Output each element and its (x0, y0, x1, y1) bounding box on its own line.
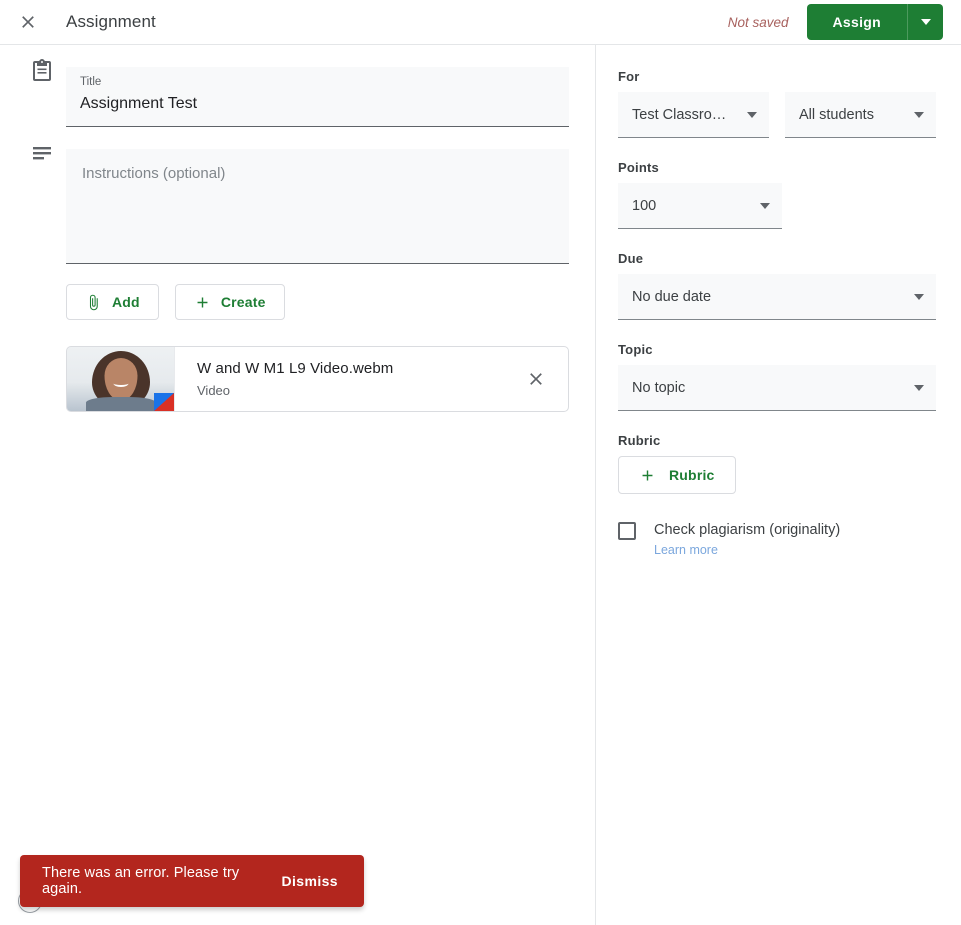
remove-attachment-button[interactable] (514, 357, 558, 401)
points-select[interactable]: 100 (618, 183, 782, 229)
rubric-label: Rubric (618, 433, 661, 448)
students-select[interactable]: All students (785, 92, 936, 138)
create-attachment-button[interactable]: Create (174, 284, 285, 320)
plagiarism-texts: Check plagiarism (originality) Learn mor… (636, 520, 840, 560)
video-format-badge-icon (154, 393, 174, 411)
attachment-type: Video (197, 383, 231, 398)
assignment-form: Title Assignment Test Instructions (opti… (0, 45, 596, 925)
app-header: Assignment Not saved Assign (0, 0, 961, 45)
assign-options-button[interactable] (907, 4, 943, 40)
instructions-field-col: Instructions (optional) (66, 127, 595, 264)
assign-button[interactable]: Assign (806, 4, 907, 40)
due-date-value: No due date (632, 288, 712, 305)
attachment-actions: Add Create (0, 284, 595, 320)
chevron-down-icon (914, 111, 924, 118)
title-label: Title (80, 76, 102, 88)
title-value: Assignment Test (80, 95, 198, 112)
title-input[interactable]: Title Assignment Test (66, 67, 569, 127)
save-status: Not saved (727, 14, 789, 30)
instructions-placeholder: Instructions (optional) (82, 165, 226, 182)
error-snackbar: There was an error. Please try again. Di… (20, 855, 364, 907)
thumbnail-shoulders (85, 397, 156, 411)
chevron-down-icon (914, 293, 924, 300)
plagiarism-row: Check plagiarism (originality) Learn mor… (618, 520, 936, 560)
instructions-input[interactable]: Instructions (optional) (66, 149, 569, 264)
chevron-down-icon (747, 111, 757, 118)
video-thumbnail (67, 347, 175, 411)
plus-icon (197, 297, 208, 307)
for-row: Test Classro… All students (618, 92, 936, 138)
topic-select[interactable]: No topic (618, 365, 936, 411)
assign-button-group: Assign (806, 4, 943, 40)
paperclip-icon (89, 294, 98, 310)
class-select-value: Test Classro… (632, 106, 727, 123)
due-date-select[interactable]: No due date (618, 274, 936, 320)
attachment-name: W and W M1 L9 Video.webm (197, 360, 394, 377)
text-lines-icon (18, 127, 66, 165)
points-row: 100 (618, 183, 936, 229)
plagiarism-checkbox[interactable] (618, 522, 636, 540)
assignment-settings-sidebar: For Test Classro… All students Points 10… (596, 45, 960, 925)
topic-value: No topic (632, 379, 686, 396)
plagiarism-label: Check plagiarism (originality) (654, 522, 841, 538)
attachment-card[interactable]: W and W M1 L9 Video.webm Video (66, 346, 569, 412)
chevron-down-icon (760, 202, 770, 209)
students-select-value: All students (799, 106, 874, 123)
dismiss-button[interactable]: Dismiss (274, 867, 347, 895)
clipboard-icon (18, 45, 66, 83)
plus-icon (642, 470, 653, 480)
add-rubric-button[interactable]: Rubric (618, 456, 736, 494)
for-label: For (618, 69, 640, 84)
close-icon (530, 373, 542, 385)
title-field-col: Title Assignment Test (66, 45, 595, 127)
thumbnail-smile (113, 380, 128, 387)
points-label: Points (618, 160, 659, 175)
error-message: There was an error. Please try again. (42, 865, 240, 897)
chevron-down-icon (914, 384, 924, 391)
add-attachment-label: Add (112, 294, 140, 310)
topic-label: Topic (618, 342, 653, 357)
attachment-info: W and W M1 L9 Video.webm Video (175, 358, 514, 400)
dialog-body: Title Assignment Test Instructions (opti… (0, 45, 961, 925)
create-attachment-label: Create (220, 294, 266, 310)
add-rubric-label: Rubric (669, 467, 715, 483)
due-label: Due (618, 251, 644, 266)
points-select-value: 100 (632, 197, 657, 214)
page-title: Assignment (66, 12, 156, 31)
close-dialog-button[interactable] (8, 2, 48, 42)
chevron-down-icon (920, 19, 931, 25)
learn-more-link[interactable]: Learn more (654, 540, 718, 560)
points-spacer (798, 183, 936, 229)
header-actions: Not saved Assign (728, 4, 961, 40)
close-icon (22, 16, 34, 28)
add-attachment-button[interactable]: Add (66, 284, 159, 320)
instructions-row: Instructions (optional) (0, 127, 595, 264)
class-select[interactable]: Test Classro… (618, 92, 769, 138)
title-row: Title Assignment Test (0, 45, 595, 127)
